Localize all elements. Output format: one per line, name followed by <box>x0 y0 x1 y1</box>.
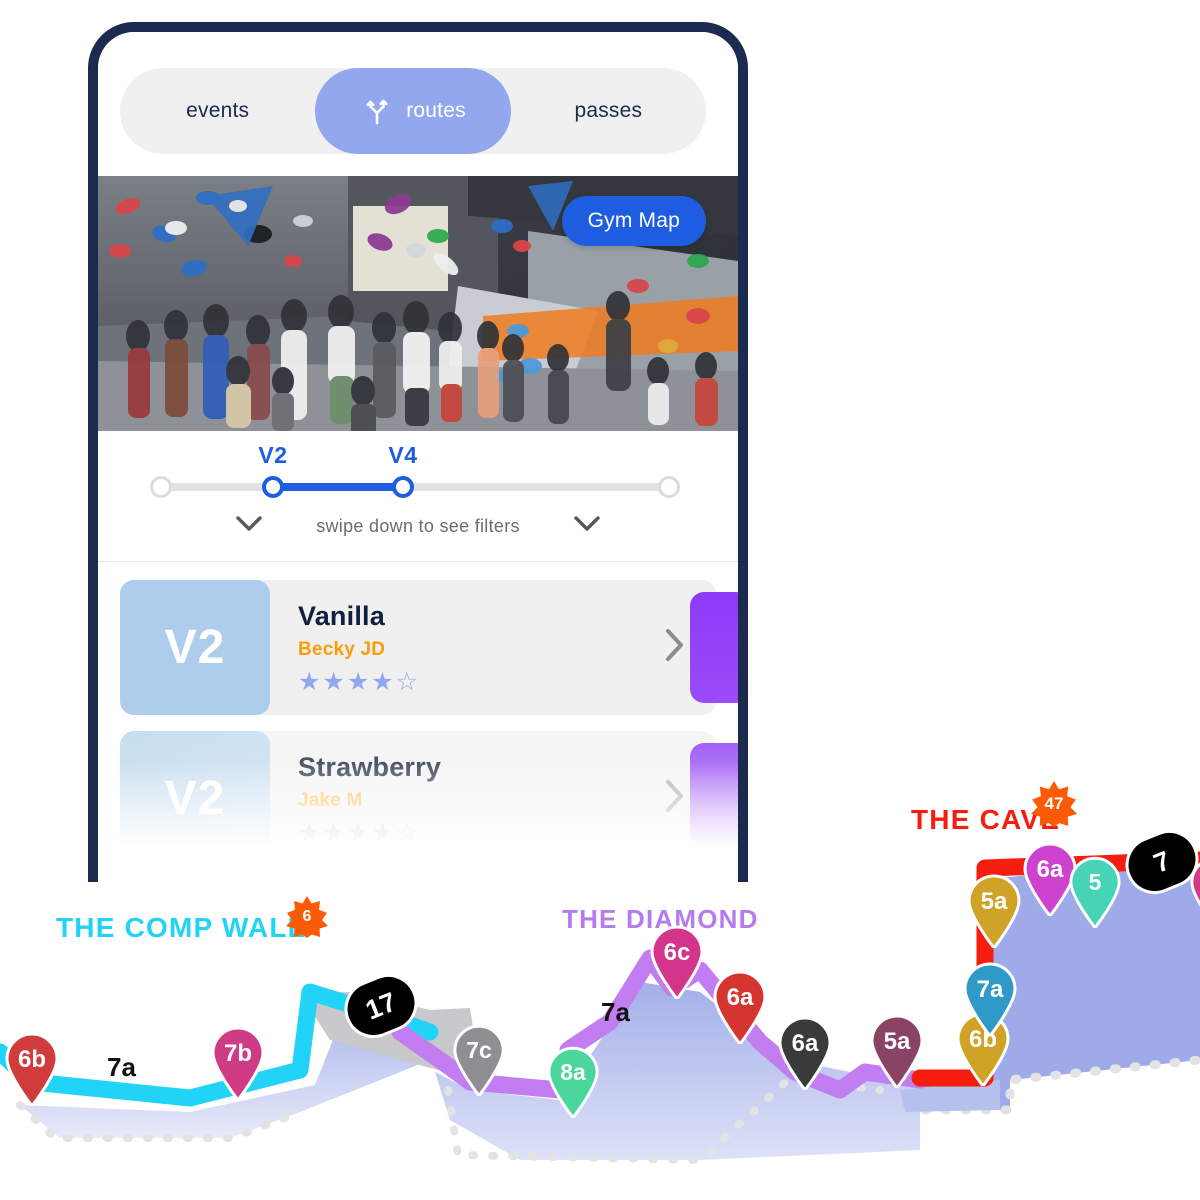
grade-filter: V2 V4 swipe down to see filters <box>98 431 738 562</box>
route-accent-bar <box>690 592 738 703</box>
gym-map-button[interactable]: Gym Map <box>561 196 706 246</box>
grade-text: 7a <box>601 997 630 1027</box>
zone-label-comp-wall: THE COMP WALL <box>56 912 306 943</box>
route-pin[interactable]: 6a <box>712 970 768 1044</box>
slider-label-min: V2 <box>258 442 288 468</box>
route-pin[interactable]: 7a <box>962 962 1018 1036</box>
route-grade-badge: V2 <box>120 580 270 715</box>
swipe-hint-row[interactable]: swipe down to see filters <box>98 516 738 537</box>
route-pin-label: 7b <box>223 1040 252 1067</box>
route-details: Vanilla Becky JD ★★★★☆ <box>270 601 664 695</box>
slider-track-active <box>270 483 400 491</box>
tab-events-label: events <box>186 99 250 122</box>
route-pin-label: 5a <box>980 888 1008 915</box>
route-pin-label: 6a <box>726 984 754 1011</box>
tab-routes[interactable]: routes <box>315 68 511 154</box>
chevron-down-icon-right <box>574 516 600 537</box>
route-pin[interactable]: 6a <box>777 1016 833 1090</box>
route-list-item[interactable]: V2 Vanilla Becky JD ★★★★☆ <box>120 580 738 715</box>
slider-knob-min[interactable] <box>262 476 284 498</box>
route-pin[interactable]: 6c <box>649 925 705 999</box>
route-pin[interactable]: 8a <box>546 1046 600 1118</box>
swipe-hint-label: swipe down to see filters <box>316 516 520 536</box>
route-pin-label: 6a <box>791 1030 819 1057</box>
zone-badge-count: 6 <box>302 908 312 925</box>
route-pin[interactable]: 5 <box>1068 856 1122 928</box>
zone-badge-count: 47 <box>1044 794 1064 813</box>
route-pin[interactable]: 7c <box>452 1024 506 1096</box>
slider-knob-min-bound[interactable] <box>150 476 172 498</box>
tab-events[interactable]: events <box>120 68 315 154</box>
route-fork-icon <box>360 94 394 128</box>
route-pin[interactable]: 7b <box>210 1026 266 1100</box>
chevron-down-icon-left <box>236 516 262 537</box>
zone-badge-cave: 47 <box>1031 781 1077 827</box>
grade-text: 7a <box>107 1052 136 1082</box>
tab-routes-label: routes <box>406 99 466 122</box>
gym-wall-map: THE COMP WALL 6 THE DIAMOND THE CAVE 47 … <box>0 760 1200 1200</box>
route-pin-label: 5a <box>883 1028 911 1055</box>
route-pin-label: 7c <box>466 1037 492 1063</box>
phone-screen: events routes passes Gym Map V2 V4 swipe… <box>98 32 738 882</box>
gym-photo: Gym Map <box>98 176 738 431</box>
grade-range-slider[interactable]: V2 V4 <box>150 442 680 498</box>
route-pin-label: 6b <box>17 1046 46 1073</box>
screen: events routes passes Gym Map V2 V4 swipe… <box>0 0 1200 1200</box>
route-pin-label: 6c <box>663 939 691 966</box>
tab-bar: events routes passes <box>120 68 706 154</box>
route-setter: Becky JD <box>298 638 386 660</box>
tab-passes-label: passes <box>574 99 643 122</box>
route-pin[interactable]: 6b <box>4 1032 60 1106</box>
tab-passes[interactable]: passes <box>511 68 706 154</box>
route-pin-label: 7a <box>976 976 1004 1003</box>
slider-knob-max[interactable] <box>392 476 414 498</box>
slider-track <box>150 483 680 491</box>
zone-badge-comp-wall: 6 <box>286 896 328 938</box>
slider-label-max: V4 <box>388 442 418 468</box>
route-pin[interactable]: 5a <box>869 1014 925 1088</box>
route-name: Vanilla <box>298 600 385 631</box>
phone-mockup: events routes passes Gym Map V2 V4 swipe… <box>88 22 748 882</box>
route-pin-label: 8a <box>560 1059 586 1085</box>
slider-knob-max-bound[interactable] <box>658 476 680 498</box>
route-pin[interactable]: 5a <box>966 874 1022 948</box>
route-pin-label: 5 <box>1088 869 1102 895</box>
diamond-fill <box>435 982 920 1160</box>
route-rating-stars: ★★★★☆ <box>298 667 421 696</box>
